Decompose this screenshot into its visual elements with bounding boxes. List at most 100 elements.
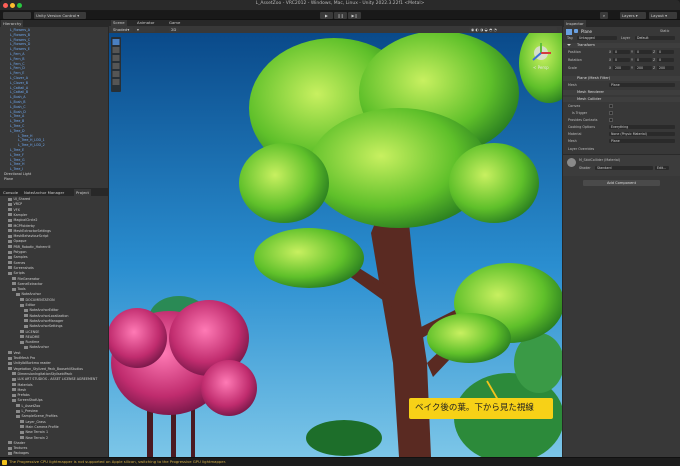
rotation-field[interactable]: 0: [657, 58, 674, 62]
hierarchy-item[interactable]: L_Bush_B: [10, 100, 26, 104]
hierarchy-item[interactable]: L_Fern_B: [10, 57, 25, 61]
project-item[interactable]: MagicalCircle2: [8, 218, 37, 222]
hierarchy-item[interactable]: L_Flowers_B: [10, 33, 30, 37]
position-field[interactable]: 0: [613, 50, 630, 54]
hierarchy-item[interactable]: L_Flowers_A: [10, 28, 30, 32]
shading-mode-dropdown[interactable]: Shaded▾: [111, 27, 133, 32]
hierarchy-item[interactable]: L_Flowers_D: [10, 42, 30, 46]
collider-field-value[interactable]: Everything: [609, 125, 675, 129]
collider-checkbox[interactable]: [609, 111, 613, 115]
project-item[interactable]: NoteAnchorManager: [24, 319, 63, 323]
status-message[interactable]: The Progressive CPU lightmapper is not s…: [9, 459, 226, 464]
tab-inspector[interactable]: Inspector: [564, 20, 586, 27]
add-component-button[interactable]: Add Component: [583, 180, 660, 186]
project-item[interactable]: Kampler: [8, 213, 27, 217]
position-field[interactable]: 0: [657, 50, 674, 54]
project-item[interactable]: NoteAnchor: [16, 292, 41, 296]
hierarchy-item[interactable]: L_Tree_C: [10, 124, 24, 128]
tab-hierarchy[interactable]: Hierarchy: [1, 20, 24, 27]
project-item[interactable]: Mesh: [12, 388, 26, 392]
project-item[interactable]: NoteAnchor: [24, 345, 49, 349]
search-icon[interactable]: ⌕: [600, 12, 608, 19]
project-item[interactable]: UnityIbIBorkmo reader: [8, 361, 51, 365]
project-item[interactable]: NoteAnchorLocalization: [24, 314, 68, 318]
project-item[interactable]: MeshBehaviourScript: [8, 234, 48, 238]
scene-viewport[interactable]: < Persp: [109, 33, 562, 457]
project-item[interactable]: Opaque: [8, 239, 26, 243]
project-item[interactable]: Scripts: [8, 271, 25, 275]
hierarchy-item[interactable]: L_Flowers_C: [10, 38, 30, 42]
project-item[interactable]: NoteAnchorSettings: [24, 324, 62, 328]
project-item[interactable]: ScreenShotUps: [12, 398, 43, 402]
object-name[interactable]: Plane: [581, 29, 592, 34]
chevron-down-icon[interactable]: [567, 44, 571, 47]
hierarchy-item[interactable]: L_Fern_E: [10, 71, 24, 75]
project-item[interactable]: VRCP: [8, 202, 22, 206]
hierarchy-item[interactable]: Directional Light: [4, 172, 31, 176]
hierarchy-item[interactable]: L_Cattail_B: [10, 90, 28, 94]
collider-checkbox[interactable]: [609, 118, 613, 122]
project-item[interactable]: Textures: [8, 446, 27, 450]
hierarchy-item[interactable]: L_Cattail_A: [10, 86, 28, 90]
project-item[interactable]: VFX: [8, 208, 20, 212]
tab-project[interactable]: Project: [74, 189, 91, 196]
persp-label[interactable]: < Persp: [533, 65, 549, 70]
project-item[interactable]: New Terrain 2: [20, 436, 48, 440]
tab-noteanchor-manager[interactable]: NoteAnchor Manager: [22, 189, 66, 196]
mode-2d-button[interactable]: 2D: [169, 27, 179, 32]
hierarchy-item[interactable]: L_Bush_C: [10, 105, 26, 109]
hierarchy-item[interactable]: L_Fern_A: [10, 52, 25, 56]
hierarchy-item[interactable]: L_Tree_D: [10, 129, 25, 133]
hierarchy-item[interactable]: L_Tree_H_LOD_2: [18, 143, 45, 147]
project-item[interactable]: L_AssetZoo: [16, 404, 40, 408]
hierarchy-item[interactable]: L_Tree_B: [10, 119, 24, 123]
project-item[interactable]: NoteAnchorEditor: [24, 308, 59, 312]
scale-field[interactable]: 200: [657, 66, 674, 70]
project-item[interactable]: Polygon: [8, 250, 26, 254]
project-item[interactable]: Screenshots: [8, 266, 34, 270]
hierarchy-item[interactable]: L_Tree_I: [10, 167, 23, 171]
project-item[interactable]: Runtime: [20, 340, 39, 344]
mesh-field[interactable]: Plane: [609, 83, 675, 87]
hierarchy-item[interactable]: L_Tree_H_LOD_1: [18, 138, 45, 142]
mesh-collider-header[interactable]: Mesh Collider: [563, 97, 680, 102]
position-field[interactable]: 0: [635, 50, 652, 54]
project-item[interactable]: LICENSE: [20, 330, 39, 334]
hierarchy-item[interactable]: L_Bush_A: [10, 95, 26, 99]
material-name[interactable]: M_SkidCollider (Material): [579, 158, 620, 162]
project-item[interactable]: Packages: [8, 451, 29, 455]
project-item[interactable]: MeshExtractorSettings: [8, 229, 51, 233]
hierarchy-item[interactable]: L_Clover_B: [10, 81, 28, 85]
hierarchy-item[interactable]: L_Tree_H: [10, 162, 24, 166]
hierarchy-item[interactable]: L_Tree_G: [10, 158, 25, 162]
layers-dropdown[interactable]: Layers ▾: [620, 12, 646, 19]
hierarchy-item[interactable]: L_Tree_F: [10, 153, 24, 157]
scale-field[interactable]: 200: [635, 66, 652, 70]
hierarchy-item[interactable]: L_Flowers_E: [10, 47, 30, 51]
shader-dropdown[interactable]: Standard: [595, 166, 653, 170]
tag-dropdown[interactable]: Untagged: [577, 36, 617, 40]
play-button[interactable]: ▶: [320, 12, 333, 19]
layout-dropdown[interactable]: Layout ▾: [649, 12, 677, 19]
hierarchy-item[interactable]: Plane: [4, 177, 13, 181]
project-item[interactable]: MCPFolderby: [8, 224, 35, 228]
mesh-renderer-header[interactable]: Mesh Renderer: [563, 90, 680, 95]
project-item[interactable]: FileGenerator: [12, 277, 40, 281]
scale-field[interactable]: 200: [613, 66, 630, 70]
hierarchy-item[interactable]: L_Tree_E: [10, 148, 24, 152]
pivot-dropdown[interactable]: ▾: [135, 27, 155, 32]
hierarchy-item[interactable]: L_Bush_D: [10, 110, 26, 114]
layer-dropdown[interactable]: Default: [635, 36, 675, 40]
project-item[interactable]: TextMesh Pro: [8, 356, 35, 360]
project-item[interactable]: Prefabs: [12, 393, 30, 397]
hierarchy-item[interactable]: L_Fern_D: [10, 66, 25, 70]
pause-button[interactable]: ❙❙: [334, 12, 347, 19]
project-item[interactable]: L_Preview: [16, 409, 38, 413]
project-item[interactable]: Layer_Grass: [20, 420, 46, 424]
tab-console[interactable]: Console: [1, 189, 20, 196]
collider-field-value[interactable]: Plane: [609, 139, 675, 143]
hierarchy-item[interactable]: L_Tree_A: [10, 114, 24, 118]
hierarchy-item[interactable]: L_Fern_C: [10, 62, 25, 66]
account-dropdown[interactable]: [3, 12, 31, 19]
scene-tool-strip[interactable]: [111, 37, 121, 92]
